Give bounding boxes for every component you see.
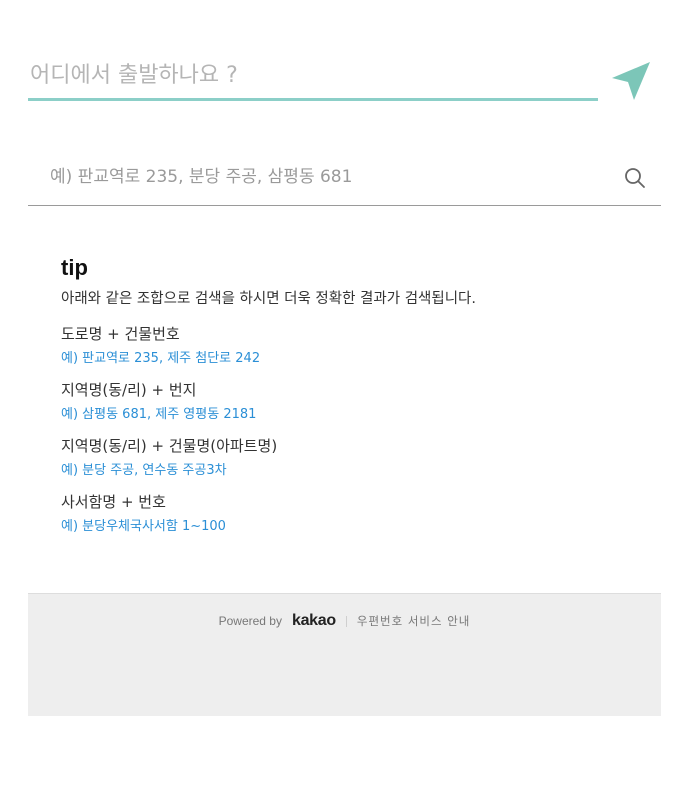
tip-item-lot-number: 지역명(동/리) + 번지 예) 삼평동 681, 제주 영평동 2181: [61, 379, 651, 425]
kakao-logo[interactable]: kakao: [292, 612, 336, 630]
tip-item-example: 예) 삼평동 681, 제주 영평동 2181: [61, 407, 257, 422]
tip-item-label: 지역명(동/리) + 번지: [61, 381, 197, 399]
tip-item-example: 예) 분당우체국사서함 1~100: [61, 519, 226, 534]
footer-credits: Powered by kakao 우편번호 서비스 안내: [28, 612, 661, 630]
tip-item-example: 예) 분당 주공, 연수동 주공3차: [61, 463, 227, 478]
search-icon[interactable]: [623, 166, 647, 190]
tip-title: tip: [61, 255, 88, 280]
postcode-service-info-link[interactable]: 우편번호 서비스 안내: [357, 613, 471, 629]
address-search-bar: [28, 150, 661, 206]
tip-item-label: 지역명(동/리) + 건물명(아파트명): [61, 437, 278, 455]
tip-section: tip 아래와 같은 조합으로 검색을 하시면 더욱 정확한 결과가 검색됩니다…: [61, 255, 651, 547]
tip-item-label: 사서함명 + 번호: [61, 493, 166, 511]
tip-item-example: 예) 판교역로 235, 제주 첨단로 242: [61, 351, 261, 366]
tip-list: 도로명 + 건물번호 예) 판교역로 235, 제주 첨단로 242 지역명(동…: [61, 323, 651, 537]
departure-input[interactable]: [28, 52, 598, 101]
departure-row: [28, 52, 658, 102]
tip-item-label: 도로명 + 건물번호: [61, 325, 180, 343]
send-arrow-icon[interactable]: [608, 56, 656, 104]
tip-item-po-box: 사서함명 + 번호 예) 분당우체국사서함 1~100: [61, 491, 651, 537]
footer-divider: [345, 615, 347, 627]
powered-by-text: Powered by: [218, 614, 282, 628]
tip-description: 아래와 같은 조합으로 검색을 하시면 더욱 정확한 결과가 검색됩니다.: [61, 291, 476, 307]
address-search-input[interactable]: [28, 150, 630, 204]
tip-item-road-name: 도로명 + 건물번호 예) 판교역로 235, 제주 첨단로 242: [61, 323, 651, 369]
footer: Powered by kakao 우편번호 서비스 안내: [28, 593, 661, 716]
tip-item-building-name: 지역명(동/리) + 건물명(아파트명) 예) 분당 주공, 연수동 주공3차: [61, 435, 651, 481]
